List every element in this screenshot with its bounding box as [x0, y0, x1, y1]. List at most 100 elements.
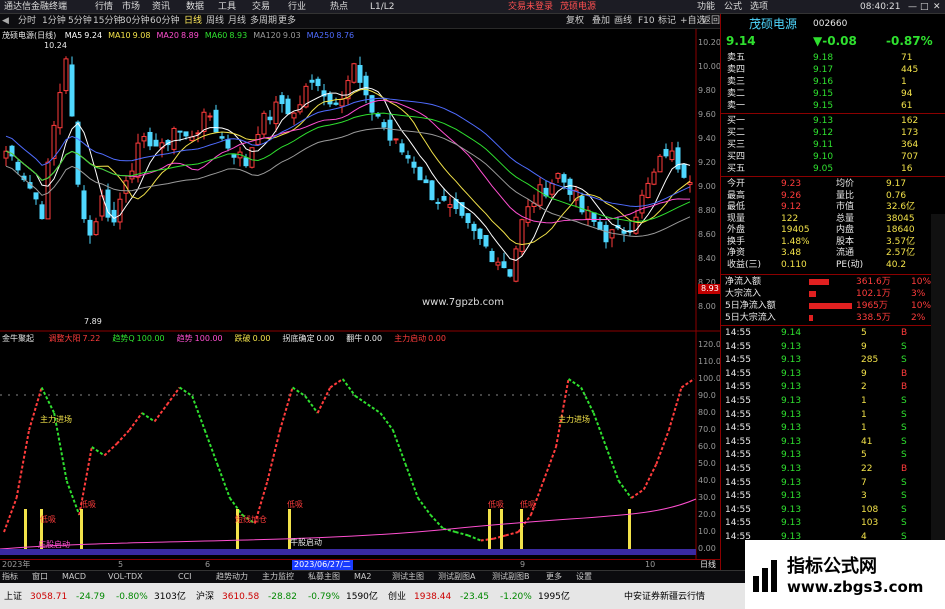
- candle: [147, 131, 153, 147]
- close-icon[interactable]: ✕: [933, 0, 941, 14]
- signal-annotation: 庄股启动: [38, 540, 70, 549]
- index-name[interactable]: 上证: [4, 591, 22, 603]
- menu-trade[interactable]: 交易: [252, 0, 270, 14]
- menu-quote[interactable]: 行情: [95, 0, 113, 14]
- candle: [441, 195, 447, 201]
- return-button[interactable]: 返回: [702, 14, 720, 29]
- stat-label: 内盘: [836, 225, 855, 235]
- period-60min[interactable]: 60分钟: [150, 14, 179, 29]
- period-1min[interactable]: 1分钟: [42, 14, 66, 29]
- buy-level: 买一 9.13 162: [721, 115, 945, 127]
- flow-label: 5日净流入额: [725, 301, 776, 311]
- indicator-name[interactable]: 金牛聚起: [2, 334, 34, 343]
- quote-stock-name: 茂硕电源: [749, 17, 798, 31]
- candle: [207, 115, 213, 118]
- indicator-tab[interactable]: 趋势动力: [216, 571, 248, 583]
- restore-rights-button[interactable]: 复权: [566, 14, 584, 29]
- tick-volume: 41: [861, 436, 873, 447]
- indicator-tab[interactable]: 更多: [546, 571, 562, 583]
- menu-hot[interactable]: 热点: [330, 0, 348, 14]
- index-name[interactable]: 沪深: [196, 591, 214, 603]
- menu-formula[interactable]: 公式: [724, 0, 742, 14]
- login-status[interactable]: 交易未登录: [508, 0, 553, 14]
- period-minute[interactable]: 分时: [18, 14, 36, 29]
- candle: [171, 127, 177, 150]
- candle: [363, 75, 369, 96]
- indicator-y-tick: 20.0: [698, 510, 716, 519]
- candle: [639, 194, 645, 214]
- trend-segment: [555, 378, 570, 448]
- period-daily[interactable]: 日线: [184, 14, 202, 29]
- trend-segment: [203, 429, 219, 465]
- candle: [561, 174, 567, 183]
- level-label: 买四: [727, 152, 746, 162]
- stat-row: 最低 9.12 市值 32.6亿: [721, 201, 945, 213]
- index-name[interactable]: 创业: [388, 591, 406, 603]
- candle: [429, 180, 435, 201]
- flow-label: 净流入额: [725, 277, 762, 287]
- tick-row: 14:55 9.13 1 S: [721, 409, 945, 421]
- trend-segment: [15, 429, 31, 499]
- mark-button[interactable]: 标记: [658, 14, 676, 29]
- candle: [87, 219, 93, 236]
- candle: [51, 124, 57, 159]
- trend-segment: [128, 412, 143, 431]
- period-more[interactable]: 更多: [278, 14, 296, 29]
- ma-legend-ma10: MA10: [108, 31, 131, 40]
- kline-and-indicator-charts[interactable]: [0, 29, 720, 570]
- indicator-tab[interactable]: CCI: [178, 571, 192, 583]
- indicator-param-value: 0.00: [252, 334, 271, 343]
- candle: [471, 223, 477, 232]
- period-5min[interactable]: 5分钟: [68, 14, 92, 29]
- stat-row: 最高 9.26 量比 0.76: [721, 190, 945, 202]
- maximize-icon[interactable]: □: [920, 0, 929, 14]
- tick-row: 14:55 9.13 41 S: [721, 436, 945, 448]
- menu-function[interactable]: 功能: [697, 0, 715, 14]
- indicator-tab[interactable]: 测试副图A: [438, 571, 475, 583]
- menu-options[interactable]: 选项: [750, 0, 768, 14]
- kline-y-tick: 10.20: [698, 38, 721, 47]
- indicator-tab[interactable]: 测试主图: [392, 571, 424, 583]
- indicator-tab[interactable]: 指标: [2, 571, 18, 583]
- period-weekly[interactable]: 周线: [206, 14, 224, 29]
- indicator-tab[interactable]: VOL-TDX: [108, 571, 143, 583]
- side-icon-strip[interactable]: [931, 214, 945, 564]
- stat-label: 今开: [727, 179, 746, 189]
- period-monthly[interactable]: 月线: [228, 14, 246, 29]
- menu-l1l2[interactable]: L1/L2: [370, 0, 395, 14]
- indicator-tab[interactable]: 主力监控: [262, 571, 294, 583]
- overlay-button[interactable]: 叠加: [592, 14, 610, 29]
- tick-side: B: [901, 328, 908, 338]
- indicator-tab[interactable]: 设置: [576, 571, 592, 583]
- menu-data[interactable]: 数据: [186, 0, 204, 14]
- menu-industry[interactable]: 行业: [288, 0, 306, 14]
- minimize-icon[interactable]: —: [908, 0, 917, 14]
- draw-line-button[interactable]: 画线: [614, 14, 632, 29]
- menu-news[interactable]: 资讯: [152, 0, 170, 14]
- trend-segment: [404, 463, 419, 499]
- level-label: 买一: [727, 116, 746, 126]
- period-15min[interactable]: 15分钟: [93, 14, 122, 29]
- kline-y-tick: 10.00: [698, 62, 721, 71]
- index-value: 3058.71: [30, 592, 68, 602]
- tick-time: 14:55: [725, 518, 751, 529]
- chart-area[interactable]: 茂硕电源(日线) MA5 9.24 MA10 9.08 MA20 8.89 MA60 8.93…: [0, 29, 722, 570]
- menu-tools[interactable]: 工具: [218, 0, 236, 14]
- indicator-tab[interactable]: MACD: [62, 571, 86, 583]
- menu-market[interactable]: 市场: [122, 0, 140, 14]
- indicator-tab[interactable]: MA2: [354, 571, 371, 583]
- flow-bar: [809, 291, 816, 297]
- indicator-header: 金牛聚起 调整大阳 7.22 趋势Q 100.00 趋势 100.00 跌破 0.00 拐底确定…: [2, 334, 446, 344]
- sell-level: 卖一 9.15 61: [721, 100, 945, 112]
- server-status[interactable]: 中安证券新疆云行情: [624, 591, 705, 603]
- period-30min[interactable]: 30分钟: [120, 14, 149, 29]
- signal-annotation: 短线加仓: [235, 515, 267, 524]
- period-multi[interactable]: 多周期: [250, 14, 277, 29]
- indicator-tab[interactable]: 测试副图B: [492, 571, 530, 583]
- trend-segment: [191, 395, 206, 431]
- f10-button[interactable]: F10: [638, 14, 655, 29]
- indicator-tab[interactable]: 私募主图: [308, 571, 340, 583]
- back-icon[interactable]: ◀: [2, 14, 9, 29]
- indicator-tab[interactable]: 窗口: [32, 571, 48, 583]
- trend-segment: [329, 378, 344, 389]
